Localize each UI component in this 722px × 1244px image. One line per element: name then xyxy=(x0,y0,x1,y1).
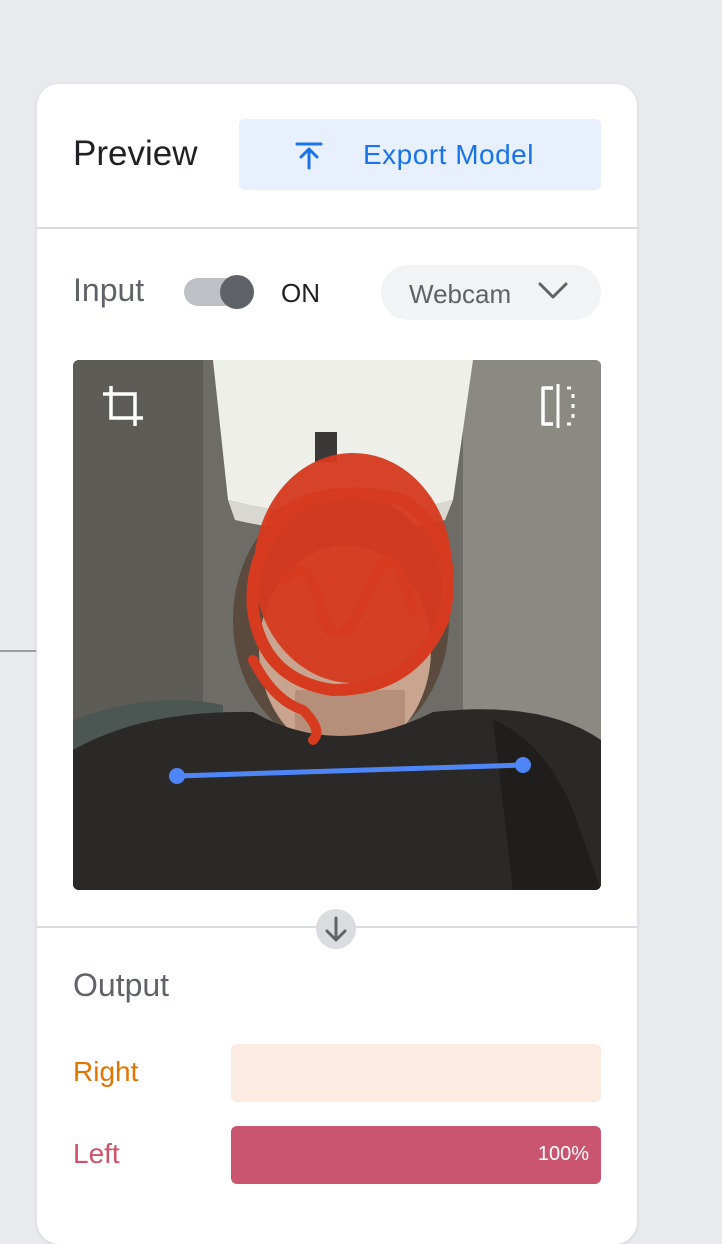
output-class-label: Right xyxy=(73,1056,139,1087)
confidence-bar: 100% xyxy=(231,1126,601,1184)
input-source-value: Webcam xyxy=(409,279,512,309)
webcam-frame xyxy=(73,360,601,890)
confidence-bar xyxy=(231,1044,601,1102)
export-model-button[interactable]: Export Model xyxy=(239,119,601,190)
output-title: Output xyxy=(73,967,170,1003)
input-source-dropdown[interactable]: Webcam xyxy=(381,265,601,320)
input-label: Input xyxy=(73,272,145,308)
input-toggle[interactable] xyxy=(184,275,256,309)
export-model-label: Export Model xyxy=(363,139,534,170)
flip-icon[interactable] xyxy=(539,384,577,428)
webcam-preview xyxy=(73,360,601,890)
output-class-label: Left xyxy=(73,1138,120,1169)
arrow-down-icon xyxy=(316,909,356,949)
canvas-connector-line xyxy=(0,650,36,652)
confidence-percent: 100% xyxy=(537,1143,589,1165)
preview-header: Preview Export Model xyxy=(37,84,637,229)
preview-panel: Preview Export Model Input ON Webcam Out… xyxy=(37,84,637,1244)
toggle-state-label: ON xyxy=(281,278,320,308)
crop-icon[interactable] xyxy=(101,384,145,428)
chevron-down-icon xyxy=(538,282,568,299)
upload-icon xyxy=(295,142,323,170)
toggle-knob xyxy=(220,275,254,309)
preview-title: Preview xyxy=(73,134,198,173)
